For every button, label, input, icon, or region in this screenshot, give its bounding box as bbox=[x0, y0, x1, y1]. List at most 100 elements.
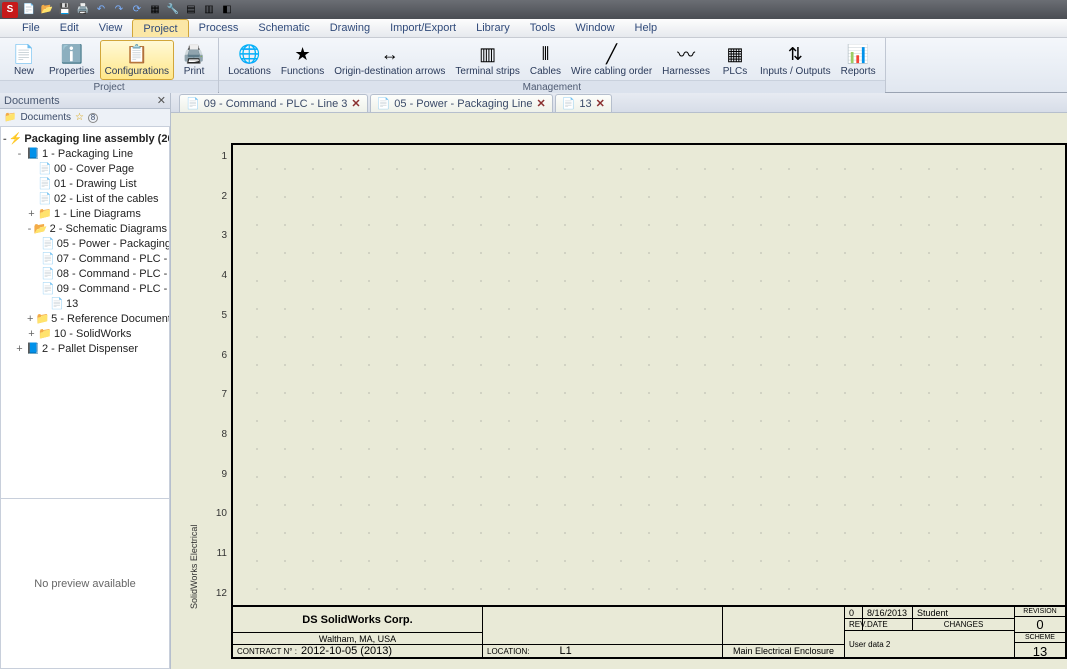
menu-project[interactable]: Project bbox=[132, 19, 188, 37]
undo-icon[interactable]: ↶ bbox=[94, 3, 108, 17]
tb-company: DS SolidWorks Corp. bbox=[233, 607, 482, 633]
menu-process[interactable]: Process bbox=[189, 19, 249, 37]
icon-misc-4[interactable]: ▥ bbox=[202, 3, 216, 17]
ribbon-inputs[interactable]: ⇅Inputs / Outputs bbox=[755, 40, 836, 80]
expand-icon[interactable]: + bbox=[27, 328, 36, 340]
expand-icon[interactable]: + bbox=[27, 208, 36, 220]
tb-userdata: User data 2 bbox=[845, 631, 1014, 657]
tree-item[interactable]: 📄05 - Power - Packaging Line bbox=[3, 236, 167, 251]
plcs-icon: ▦ bbox=[724, 43, 746, 65]
icon-misc-5[interactable]: ◧ bbox=[220, 3, 234, 17]
tree-node-label: 1 - Packaging Line bbox=[42, 148, 133, 160]
tab-close-icon[interactable]: ✕ bbox=[596, 97, 605, 110]
folder-icon[interactable]: 📁 bbox=[4, 112, 16, 123]
sidebar-tab-documents[interactable]: Documents bbox=[20, 112, 71, 123]
tree-item[interactable]: 📄07 - Command - PLC - Line 1 bbox=[3, 251, 167, 266]
tb-date-h: DATE bbox=[863, 619, 913, 630]
menu-file[interactable]: File bbox=[12, 19, 50, 37]
print-icon[interactable]: 🖨️ bbox=[76, 3, 90, 17]
ribbon-label: Functions bbox=[281, 66, 324, 77]
menu-drawing[interactable]: Drawing bbox=[320, 19, 380, 37]
tree-node-icon: 📄 bbox=[41, 267, 55, 280]
expand-icon[interactable]: + bbox=[15, 343, 24, 355]
ribbon-configurations[interactable]: 📋Configurations bbox=[100, 40, 174, 80]
ribbon: 📄Newℹ️Properties📋Configurations🖨️PrintPr… bbox=[0, 38, 1067, 93]
tree-node-icon: 📁 bbox=[38, 327, 52, 340]
terminal-icon: ▥ bbox=[477, 43, 499, 65]
functions-icon: ★ bbox=[292, 43, 314, 65]
drawing-canvas[interactable]: 123456789101112 SolidWorks Electrical DS… bbox=[171, 113, 1067, 669]
tree-item[interactable]: -📂2 - Schematic Diagrams bbox=[3, 221, 167, 236]
tree-item[interactable]: 📄01 - Drawing List bbox=[3, 176, 167, 191]
circle-icon[interactable]: 8 bbox=[88, 113, 98, 123]
tree-node-label: 08 - Command - PLC - Line 2 bbox=[57, 268, 170, 280]
tb-rev0: 0 bbox=[845, 607, 863, 618]
menu-edit[interactable]: Edit bbox=[50, 19, 89, 37]
tree-item[interactable]: +📁5 - Reference Documents bbox=[3, 311, 167, 326]
menu-schematic[interactable]: Schematic bbox=[248, 19, 319, 37]
ribbon-locations[interactable]: 🌐Locations bbox=[223, 40, 276, 80]
refresh-icon[interactable]: ⟳ bbox=[130, 3, 144, 17]
ribbon-harnesses[interactable]: 〰Harnesses bbox=[657, 40, 715, 80]
tree-node-icon: 📘 bbox=[26, 147, 40, 160]
ribbon-label: PLCs bbox=[723, 66, 747, 77]
ribbon-cables[interactable]: ⦀Cables bbox=[525, 40, 566, 80]
document-tab[interactable]: 📄13✕ bbox=[555, 94, 612, 112]
icon-misc-2[interactable]: 🔧 bbox=[166, 3, 180, 17]
ribbon-origin-destination[interactable]: ↔Origin-destination arrows bbox=[329, 40, 450, 80]
menu-importexport[interactable]: Import/Export bbox=[380, 19, 466, 37]
save-icon[interactable]: 💾 bbox=[58, 3, 72, 17]
expand-icon[interactable]: - bbox=[27, 223, 32, 235]
menu-tools[interactable]: Tools bbox=[520, 19, 566, 37]
expand-icon[interactable]: + bbox=[27, 313, 33, 325]
menu-library[interactable]: Library bbox=[466, 19, 520, 37]
tree-item[interactable]: 📄02 - List of the cables bbox=[3, 191, 167, 206]
tree-item[interactable]: +📁10 - SolidWorks bbox=[3, 326, 167, 341]
star-icon[interactable]: ☆ bbox=[75, 112, 84, 123]
menu-view[interactable]: View bbox=[89, 19, 133, 37]
title-block: DS SolidWorks Corp. Waltham, MA, USA CON… bbox=[231, 607, 1067, 659]
ribbon-plcs[interactable]: ▦PLCs bbox=[715, 40, 755, 80]
ruler-tick: 2 bbox=[211, 191, 227, 202]
app-logo: S bbox=[2, 2, 18, 18]
icon-misc-3[interactable]: ▤ bbox=[184, 3, 198, 17]
document-tree[interactable]: -⚡Packaging line assembly (2013)_80-📘1 -… bbox=[0, 127, 170, 499]
ribbon-label: Cables bbox=[530, 66, 561, 77]
ribbon-terminal[interactable]: ▥Terminal strips bbox=[450, 40, 524, 80]
ribbon-label: Terminal strips bbox=[455, 66, 519, 77]
tree-item[interactable]: 📄09 - Command - PLC - Line 3 bbox=[3, 281, 167, 296]
tree-item[interactable]: 📄08 - Command - PLC - Line 2 bbox=[3, 266, 167, 281]
icon-misc-1[interactable]: ▦ bbox=[148, 3, 162, 17]
ribbon-functions[interactable]: ★Functions bbox=[276, 40, 329, 80]
tree-item[interactable]: +📁1 - Line Diagrams bbox=[3, 206, 167, 221]
ribbon-properties[interactable]: ℹ️Properties bbox=[44, 40, 100, 80]
tree-item[interactable]: -📘1 - Packaging Line bbox=[3, 146, 167, 161]
tb-revision: 0 bbox=[1015, 617, 1065, 633]
tree-node-label: 2 - Schematic Diagrams bbox=[50, 223, 167, 235]
document-tab[interactable]: 📄09 - Command - PLC - Line 3✕ bbox=[179, 94, 368, 112]
new-doc-icon[interactable]: 📄 bbox=[22, 3, 36, 17]
expand-icon[interactable]: - bbox=[3, 133, 7, 145]
tree-item[interactable]: +📘2 - Pallet Dispenser bbox=[3, 341, 167, 356]
tree-node-icon: 📄 bbox=[38, 162, 52, 175]
ribbon-print[interactable]: 🖨️Print bbox=[174, 40, 214, 80]
expand-icon[interactable]: - bbox=[15, 148, 24, 160]
sidebar-close-icon[interactable]: ✕ bbox=[157, 94, 166, 107]
cables-icon: ⦀ bbox=[534, 43, 556, 65]
redo-icon[interactable]: ↷ bbox=[112, 3, 126, 17]
tree-item[interactable]: 📄13 bbox=[3, 296, 167, 311]
tab-close-icon[interactable]: ✕ bbox=[351, 97, 360, 110]
menu-window[interactable]: Window bbox=[565, 19, 624, 37]
tree-item[interactable]: 📄00 - Cover Page bbox=[3, 161, 167, 176]
open-icon[interactable]: 📂 bbox=[40, 3, 54, 17]
ribbon-wire[interactable]: ╱Wire cabling order bbox=[566, 40, 657, 80]
tab-close-icon[interactable]: ✕ bbox=[536, 97, 545, 110]
document-tab[interactable]: 📄05 - Power - Packaging Line✕ bbox=[370, 94, 553, 112]
menu-help[interactable]: Help bbox=[625, 19, 668, 37]
ribbon-reports[interactable]: 📊Reports bbox=[836, 40, 881, 80]
ribbon-new[interactable]: 📄New bbox=[4, 40, 44, 80]
tree-node-label: 09 - Command - PLC - Line 3 bbox=[57, 283, 170, 295]
new-icon: 📄 bbox=[13, 43, 35, 65]
tree-item[interactable]: -⚡Packaging line assembly (2013)_80 bbox=[3, 131, 167, 146]
ruler-tick: 7 bbox=[211, 389, 227, 400]
